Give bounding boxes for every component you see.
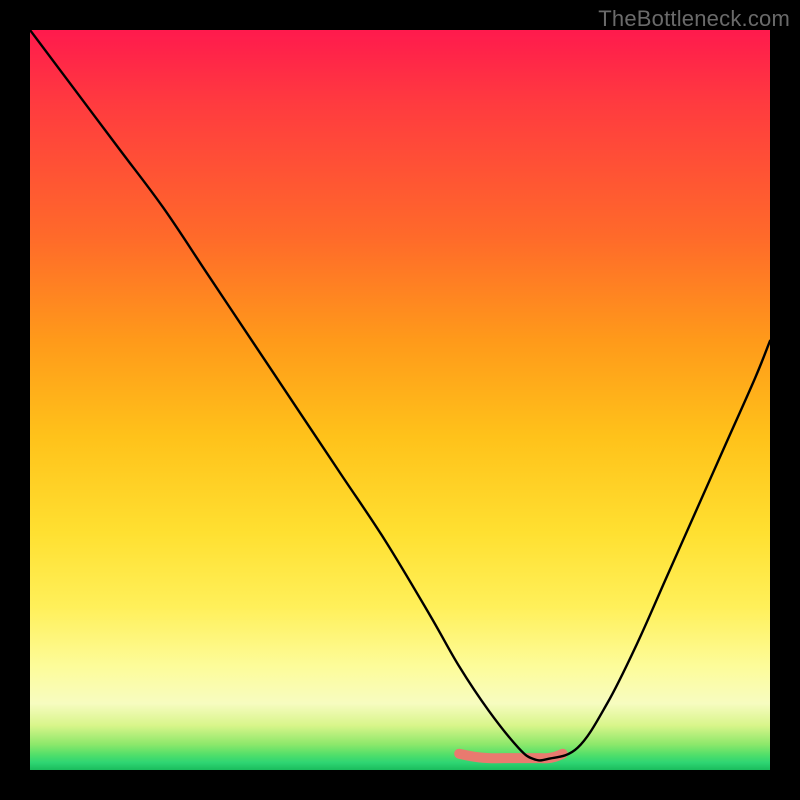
watermark-text: TheBottleneck.com [598, 6, 790, 32]
curve-layer [30, 30, 770, 770]
plot-area [30, 30, 770, 770]
optimal-band-path [459, 754, 563, 759]
chart-frame: TheBottleneck.com [0, 0, 800, 800]
bottleneck-curve-path [30, 30, 770, 760]
